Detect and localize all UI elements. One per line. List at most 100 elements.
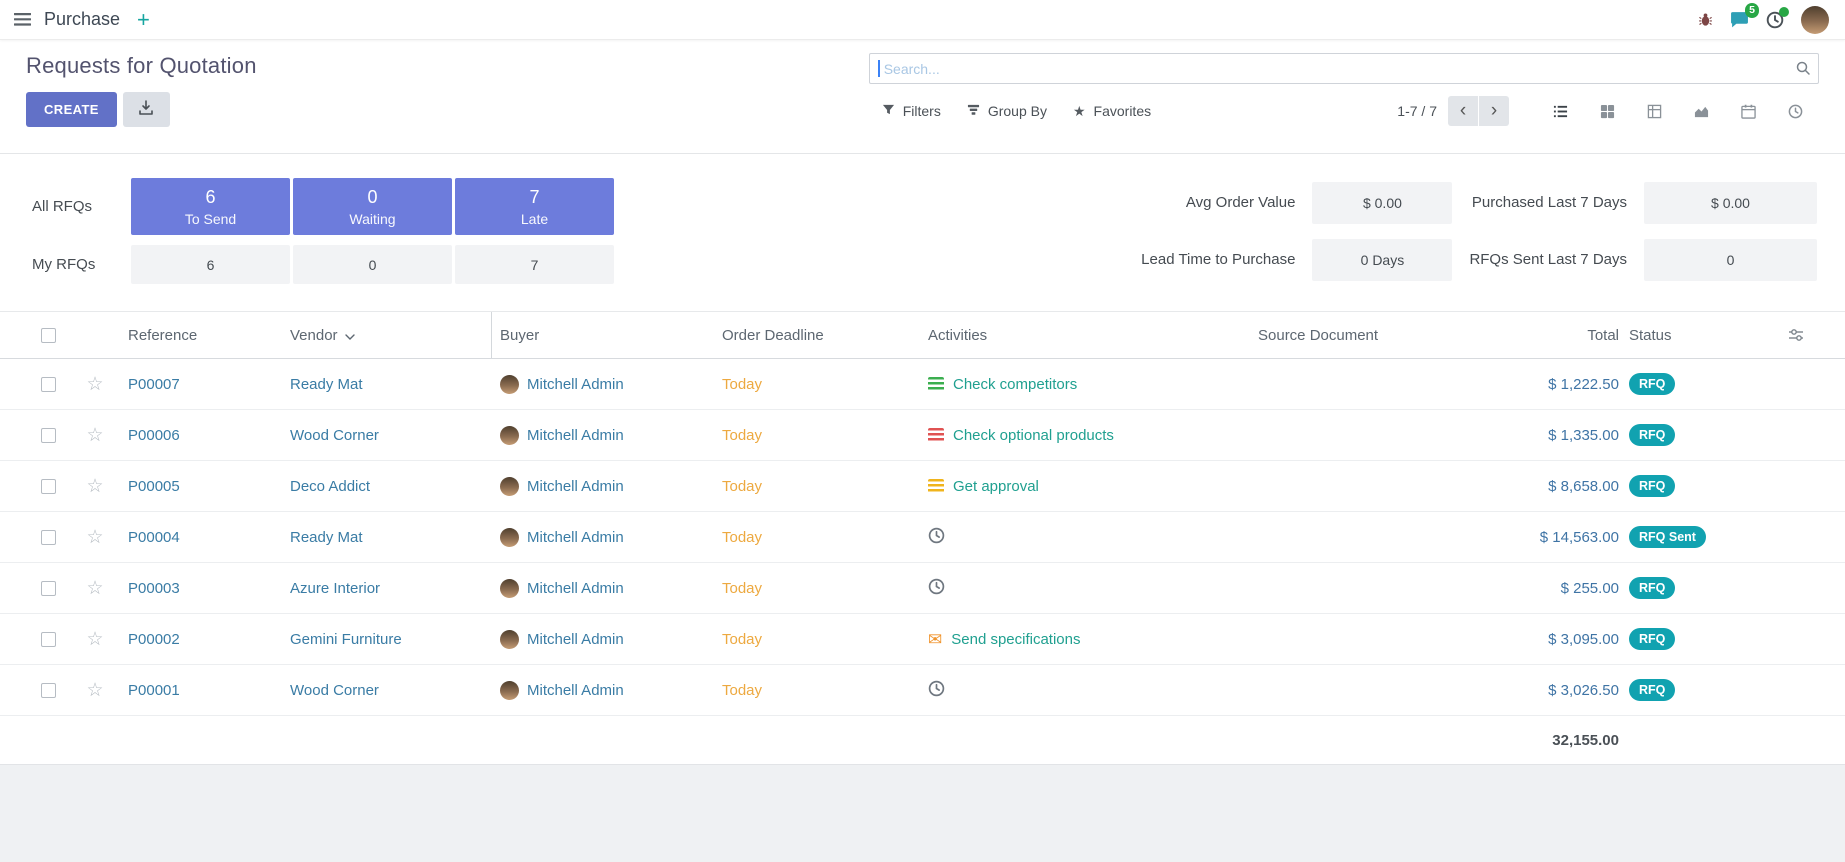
column-header-buyer[interactable]: Buyer: [492, 312, 714, 358]
status-badge: RFQ: [1629, 475, 1675, 497]
column-header-status[interactable]: Status: [1621, 312, 1771, 358]
rfq-reference-link[interactable]: P00007: [128, 376, 180, 393]
filters-button[interactable]: Filters: [869, 97, 954, 125]
column-header-vendor[interactable]: Vendor: [282, 312, 492, 358]
buyer-link[interactable]: Mitchell Admin: [527, 631, 624, 648]
activity-mail-icon[interactable]: ✉: [928, 631, 942, 648]
app-name[interactable]: Purchase: [44, 9, 120, 30]
favorite-star-icon[interactable]: ☆: [86, 681, 103, 700]
activity-label[interactable]: Send specifications: [951, 631, 1080, 648]
table-row[interactable]: ☆ P00007 Ready Mat Mitchell Admin Today …: [0, 359, 1845, 410]
buyer-link[interactable]: Mitchell Admin: [527, 427, 624, 444]
column-header-total[interactable]: Total: [1469, 312, 1621, 358]
buyer-link[interactable]: Mitchell Admin: [527, 529, 624, 546]
activity-list-icon[interactable]: [928, 479, 944, 493]
row-checkbox[interactable]: [41, 377, 56, 392]
row-checkbox[interactable]: [41, 581, 56, 596]
hamburger-menu-icon[interactable]: [14, 13, 31, 26]
vendor-link[interactable]: Ready Mat: [290, 529, 363, 546]
vendor-link[interactable]: Wood Corner: [290, 427, 379, 444]
status-badge: RFQ: [1629, 577, 1675, 599]
activity-view-icon[interactable]: [1772, 96, 1819, 126]
column-header-reference[interactable]: Reference: [120, 312, 282, 358]
vendor-link[interactable]: Ready Mat: [290, 376, 363, 393]
optional-columns-icon[interactable]: [1771, 312, 1821, 358]
vendor-link[interactable]: Azure Interior: [290, 580, 380, 597]
table-row[interactable]: ☆ P00005 Deco Addict Mitchell Admin Toda…: [0, 461, 1845, 512]
activity-label[interactable]: Check competitors: [953, 376, 1077, 393]
activity-list-icon[interactable]: [928, 377, 944, 391]
table-header: Reference Vendor Buyer Order Deadline Ac…: [0, 312, 1845, 359]
rfq-reference-link[interactable]: P00003: [128, 580, 180, 597]
activity-label[interactable]: Get approval: [953, 478, 1039, 495]
favorites-button[interactable]: ★ Favorites: [1060, 97, 1164, 126]
pivot-view-icon[interactable]: [1631, 96, 1678, 126]
table-footer: 32,155.00: [0, 716, 1845, 765]
buyer-avatar: [500, 681, 519, 700]
activity-clock-icon[interactable]: [928, 527, 945, 548]
row-checkbox[interactable]: [41, 428, 56, 443]
row-checkbox[interactable]: [41, 479, 56, 494]
vendor-link[interactable]: Gemini Furniture: [290, 631, 402, 648]
vendor-link[interactable]: Wood Corner: [290, 682, 379, 699]
pager-previous-button[interactable]: ‹: [1448, 96, 1478, 126]
search-options-row: Filters Group By ★ Favorites 1-7 / 7 ‹ ›: [869, 96, 1819, 126]
kanban-view-icon[interactable]: [1584, 96, 1631, 126]
search-input[interactable]: [869, 53, 1819, 84]
tile-to-send[interactable]: 6 To Send: [131, 178, 290, 235]
favorite-star-icon[interactable]: ☆: [86, 375, 103, 394]
status-badge: RFQ: [1629, 424, 1675, 446]
row-checkbox[interactable]: [41, 530, 56, 545]
my-waiting-count[interactable]: 0: [293, 245, 452, 284]
my-to-send-count[interactable]: 6: [131, 245, 290, 284]
buyer-avatar: [500, 579, 519, 598]
activity-clock-icon[interactable]: [928, 578, 945, 599]
favorite-star-icon[interactable]: ☆: [86, 630, 103, 649]
buyer-link[interactable]: Mitchell Admin: [527, 376, 624, 393]
rfq-reference-link[interactable]: P00002: [128, 631, 180, 648]
activity-label[interactable]: Check optional products: [953, 427, 1114, 444]
table-row[interactable]: ☆ P00006 Wood Corner Mitchell Admin Toda…: [0, 410, 1845, 461]
tile-waiting[interactable]: 0 Waiting: [293, 178, 452, 235]
list-view-icon[interactable]: [1537, 96, 1584, 126]
tile-late[interactable]: 7 Late: [455, 178, 614, 235]
column-header-deadline[interactable]: Order Deadline: [714, 312, 920, 358]
plus-icon[interactable]: +: [133, 9, 154, 31]
search-icon[interactable]: [1795, 60, 1811, 79]
pager-range[interactable]: 1-7 / 7: [1397, 103, 1437, 119]
favorite-star-icon[interactable]: ☆: [86, 426, 103, 445]
buyer-link[interactable]: Mitchell Admin: [527, 682, 624, 699]
buyer-link[interactable]: Mitchell Admin: [527, 580, 624, 597]
vendor-link[interactable]: Deco Addict: [290, 478, 370, 495]
rfq-reference-link[interactable]: P00004: [128, 529, 180, 546]
bug-icon[interactable]: [1698, 12, 1713, 27]
favorite-star-icon[interactable]: ☆: [86, 528, 103, 547]
calendar-view-icon[interactable]: [1725, 96, 1772, 126]
row-checkbox[interactable]: [41, 632, 56, 647]
group-by-button[interactable]: Group By: [954, 97, 1060, 125]
select-all-checkbox[interactable]: [41, 328, 56, 343]
column-header-source[interactable]: Source Document: [1250, 312, 1469, 358]
activity-clock-icon[interactable]: [928, 680, 945, 701]
graph-view-icon[interactable]: [1678, 96, 1725, 126]
rfq-reference-link[interactable]: P00001: [128, 682, 180, 699]
table-row[interactable]: ☆ P00003 Azure Interior Mitchell Admin T…: [0, 563, 1845, 614]
column-header-activities[interactable]: Activities: [920, 312, 1250, 358]
activities-clock-icon[interactable]: [1766, 11, 1784, 29]
favorite-star-icon[interactable]: ☆: [86, 579, 103, 598]
my-late-count[interactable]: 7: [455, 245, 614, 284]
messages-icon[interactable]: 5: [1730, 11, 1749, 28]
rfq-reference-link[interactable]: P00006: [128, 427, 180, 444]
table-row[interactable]: ☆ P00004 Ready Mat Mitchell Admin Today …: [0, 512, 1845, 563]
activity-list-icon[interactable]: [928, 428, 944, 442]
row-checkbox[interactable]: [41, 683, 56, 698]
rfq-reference-link[interactable]: P00005: [128, 478, 180, 495]
buyer-link[interactable]: Mitchell Admin: [527, 478, 624, 495]
favorite-star-icon[interactable]: ☆: [86, 477, 103, 496]
user-avatar[interactable]: [1801, 6, 1829, 34]
create-button[interactable]: CREATE: [26, 92, 117, 127]
export-button[interactable]: [123, 92, 170, 127]
table-row[interactable]: ☆ P00002 Gemini Furniture Mitchell Admin…: [0, 614, 1845, 665]
table-row[interactable]: ☆ P00001 Wood Corner Mitchell Admin Toda…: [0, 665, 1845, 716]
pager-next-button[interactable]: ›: [1479, 96, 1509, 126]
